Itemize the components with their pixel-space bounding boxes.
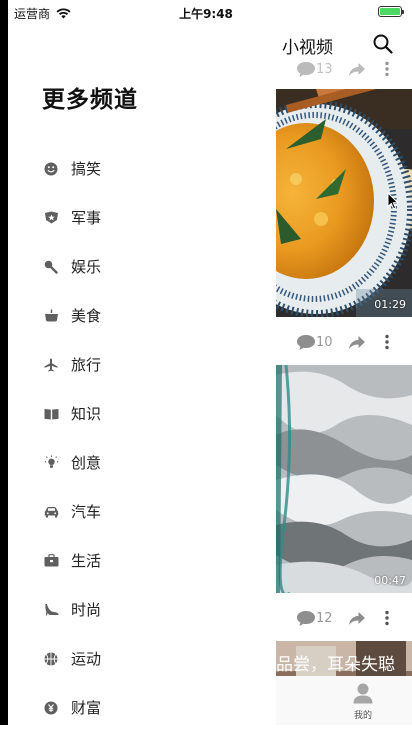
channel-list: 搞笑 军事 娱乐 美食 旅行 知识 创意 汽车 生活 时尚 运动 财富 [42,144,101,732]
coin-icon [42,699,60,717]
high-heel-icon [42,601,60,619]
tab-me[interactable]: 我的 [350,682,376,721]
video-thumbnail[interactable]: 00:47 [276,365,412,593]
search-icon[interactable] [372,33,394,55]
channel-label: 生活 [71,552,102,570]
book-icon [42,405,60,423]
comment-count: 12 [316,610,333,626]
basketball-icon [42,650,60,668]
video-duration: 00:47 [374,574,406,587]
channel-label: 旅行 [71,356,102,374]
video-duration: 01:29 [374,298,406,311]
card-actions-partial: 13 [276,54,412,84]
comment-icon [297,334,315,350]
airplane-icon [42,356,60,374]
status-time: 上午9:48 [179,7,233,21]
channel-label: 娱乐 [71,258,102,276]
comment-count: 10 [316,334,333,350]
status-bar: 运营商 上午9:48 [0,0,412,26]
comment-button[interactable]: 10 [296,334,333,351]
video-caption: 品尝，耳朵失聪 [276,655,395,675]
user-icon [353,683,373,704]
card-actions: 10 [276,327,412,357]
channel-item-travel[interactable]: 旅行 [42,340,101,389]
more-icon[interactable] [384,610,390,626]
comment-button[interactable]: 12 [296,610,333,627]
comment-icon [297,610,315,626]
channel-item-fashion[interactable]: 时尚 [42,585,101,634]
channel-label: 美食 [71,307,102,325]
comment-icon [297,61,315,77]
channel-drawer: 更多频道 搞笑 军事 娱乐 美食 旅行 知识 创意 汽车 生活 时尚 运动 财富 [8,0,276,725]
food-bowl-icon [42,307,60,325]
video-feed: 小视频 13 01:29 10 00:47 12 品尝，耳朵失聪 我的 [276,0,412,725]
channel-item-funny[interactable]: 搞笑 [42,144,101,193]
mouse-cursor-icon [387,192,399,210]
microphone-icon [42,258,60,276]
drawer-title: 更多频道 [42,87,138,113]
card-actions: 12 [276,603,412,633]
share-icon[interactable] [348,62,366,77]
channel-item-sports[interactable]: 运动 [42,634,101,683]
channel-label: 军事 [71,209,102,227]
channel-item-car[interactable]: 汽车 [42,487,101,536]
car-icon [42,503,60,521]
channel-item-military[interactable]: 军事 [42,193,101,242]
screen-edge [0,0,8,725]
battery-indicator [378,6,404,17]
more-icon[interactable] [384,334,390,350]
channel-label: 搞笑 [71,160,102,178]
channel-label: 汽车 [71,503,102,521]
comment-button[interactable]: 13 [296,61,333,78]
battery-icon [378,6,404,17]
briefcase-icon [42,552,60,570]
share-icon[interactable] [348,335,366,350]
channel-item-life[interactable]: 生活 [42,536,101,585]
channel-label: 运动 [71,650,102,668]
channel-item-knowledge[interactable]: 知识 [42,389,101,438]
share-icon[interactable] [348,611,366,626]
channel-item-food[interactable]: 美食 [42,291,101,340]
tab-bar: 我的 [276,676,412,725]
channel-label: 时尚 [71,601,102,619]
channel-label: 知识 [71,405,102,423]
military-badge-icon [42,209,60,227]
channel-item-creative[interactable]: 创意 [42,438,101,487]
more-icon[interactable] [384,61,390,77]
smiley-icon [42,160,60,178]
comment-count: 13 [316,61,333,77]
channel-label: 创意 [71,454,102,472]
tab-label: 我的 [353,711,372,721]
lightbulb-icon [42,454,60,472]
battery-fill [380,8,400,15]
channel-item-entertainment[interactable]: 娱乐 [42,242,101,291]
channel-label: 财富 [71,699,102,717]
marble-photo [276,365,412,593]
